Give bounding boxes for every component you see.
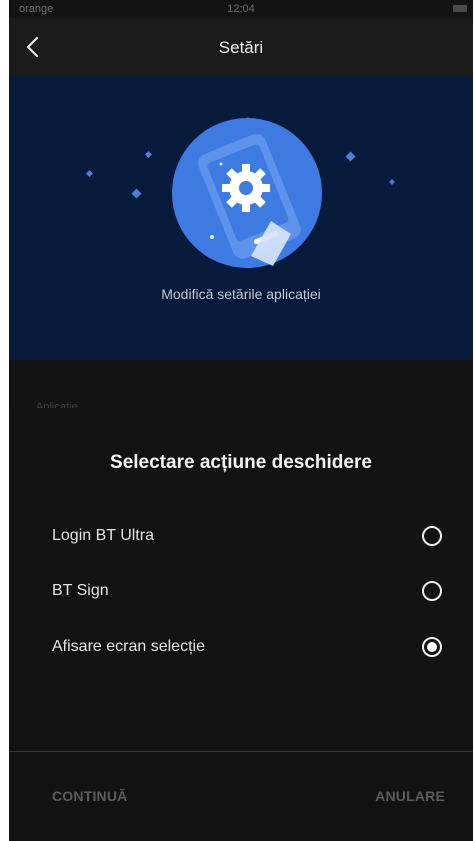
status-bar: orange 12:04 <box>9 0 473 18</box>
sheet-title: Selectare acțiune deschidere <box>110 452 372 473</box>
action-bottom-sheet: Selectare acțiune deschidere Login BT Ul… <box>9 410 473 841</box>
nav-bar: Setări <box>9 18 473 76</box>
option-label: Login BT Ultra <box>52 527 154 544</box>
settings-screen: orange 12:04 Setări Modifică setările ap… <box>9 0 473 841</box>
option-afisare-ecran-selectie[interactable]: Afisare ecran selecție <box>9 626 473 670</box>
settings-illustration-icon <box>85 117 395 268</box>
radio-selected-icon[interactable] <box>422 637 442 657</box>
radio-unselected-icon[interactable] <box>422 581 442 601</box>
divider <box>9 751 473 752</box>
continue-button[interactable]: CONTINUĂ <box>52 788 127 804</box>
option-label: BT Sign <box>52 582 109 599</box>
hero-caption: Modifică setările aplicației <box>161 286 321 302</box>
hero-banner: Modifică setările aplicației <box>9 76 473 360</box>
clock: 12:04 <box>227 3 255 15</box>
page-title: Setări <box>218 38 264 57</box>
option-login-bt-ultra[interactable]: Login BT Ultra <box>9 515 473 559</box>
cancel-button[interactable]: ANULARE <box>375 788 445 804</box>
option-label: Afisare ecran selecție <box>52 638 205 655</box>
radio-unselected-icon[interactable] <box>422 526 442 546</box>
section-label: Aplicatie <box>36 401 78 408</box>
battery-icon <box>453 5 467 12</box>
option-bt-sign[interactable]: BT Sign <box>9 570 473 614</box>
radio-dot <box>427 642 437 652</box>
